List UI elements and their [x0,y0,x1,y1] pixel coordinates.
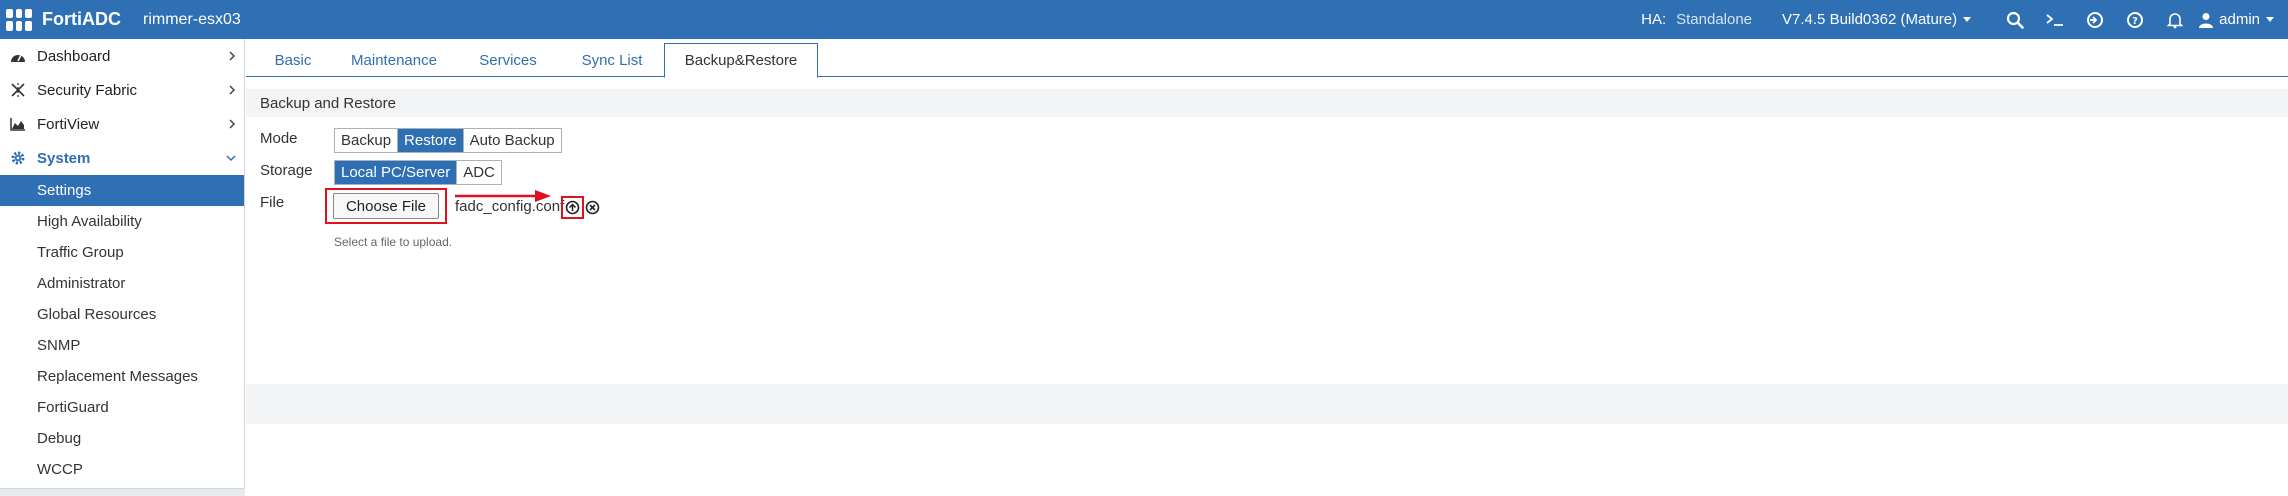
bell-icon[interactable] [2155,0,2195,39]
chevron-down-icon [2266,17,2274,22]
top-bar: FortiADC rimmer-esx03 HA: Standalone V7.… [0,0,2288,39]
fabric-icon [8,80,28,100]
ha-label: HA: [1641,11,1667,28]
storage-label: Storage [260,162,313,179]
fortinet-logo-icon [6,8,32,31]
sidebar-item-label: FortiView [37,115,100,133]
storage-option-adc[interactable]: ADC [457,161,501,184]
sidebar-item-fortiguard[interactable]: FortiGuard [0,392,244,423]
footer-band [246,384,2288,424]
sidebar-item-settings[interactable]: Settings [0,175,244,206]
chevron-right-icon [229,51,236,61]
sidebar-item-snmp[interactable]: SNMP [0,330,244,361]
tab-maintenance[interactable]: Maintenance [342,43,446,77]
help-icon[interactable]: ? [2115,0,2155,39]
sidebar-item-system[interactable]: System [0,141,244,175]
sidebar-item-global-resources[interactable]: Global Resources [0,299,244,330]
choose-file-button[interactable]: Choose File [333,193,439,219]
host-name: rimmer-esx03 [143,10,241,28]
tab-sync-list[interactable]: Sync List [567,43,657,77]
version-label: V7.4.5 Build0362 (Mature) [1782,11,1958,28]
chevron-right-icon [229,85,236,95]
chevron-right-icon [229,119,236,129]
sidebar-item-dashboard[interactable]: Dashboard [0,39,244,73]
cli-console-icon[interactable] [2035,0,2075,39]
version-dropdown[interactable]: V7.4.5 Build0362 (Mature) [1782,11,1972,28]
storage-option-local[interactable]: Local PC/Server [335,161,458,184]
upload-icon[interactable] [565,200,580,215]
mode-segmented-control: Backup Restore Auto Backup [334,128,562,153]
main-content: Basic Maintenance Services Sync List Bac… [246,39,2288,496]
sidebar-item-wccp[interactable]: WCCP [0,454,244,485]
sidebar-item-security-fabric[interactable]: Security Fabric [0,73,244,107]
sidebar: Dashboard Security Fabric FortiView Syst… [0,39,245,496]
dashboard-icon [8,46,28,66]
file-label: File [260,194,285,211]
tab-services[interactable]: Services [468,43,548,77]
brand-name: FortiADC [42,9,121,29]
sidebar-item-label: Dashboard [37,47,111,65]
tab-backup-restore[interactable]: Backup&Restore [664,43,818,78]
logout-icon[interactable] [2075,0,2115,39]
mode-label: Mode [260,130,298,147]
topbar-right: HA: Standalone V7.4.5 Build0362 (Mature)… [1641,0,2288,39]
sidebar-item-traffic-group[interactable]: Traffic Group [0,237,244,268]
sidebar-item-label: System [37,149,91,167]
mode-option-backup[interactable]: Backup [335,129,399,152]
svg-text:?: ? [2132,16,2138,27]
chart-icon [8,114,28,134]
annotation-arrow-icon [455,190,551,202]
sidebar-item-fortiview[interactable]: FortiView [0,107,244,141]
sidebar-scroll-edge [0,488,245,496]
mode-option-auto-backup[interactable]: Auto Backup [463,129,561,152]
sidebar-item-replacement-messages[interactable]: Replacement Messages [0,361,244,392]
user-menu[interactable]: admin [2199,11,2274,28]
mode-option-restore[interactable]: Restore [398,129,464,152]
sidebar-item-label: Security Fabric [37,81,138,99]
storage-segmented-control: Local PC/Server ADC [334,160,502,185]
search-icon[interactable] [1995,0,2035,39]
sidebar-item-debug[interactable]: Debug [0,423,244,454]
gear-icon [8,148,28,168]
section-title: Backup and Restore [246,89,2288,117]
sidebar-item-high-availability[interactable]: High Availability [0,206,244,237]
chevron-down-icon [226,155,236,162]
brand[interactable]: FortiADC rimmer-esx03 [0,0,241,39]
ha-status-link[interactable]: Standalone [1676,11,1752,28]
chevron-down-icon [1963,17,1972,22]
sidebar-item-administrator[interactable]: Administrator [0,268,244,299]
clear-file-icon[interactable] [585,200,600,215]
tab-basic[interactable]: Basic [258,43,328,77]
file-hint-text: Select a file to upload. [334,235,453,249]
user-icon [2199,12,2214,28]
tab-bar: Basic Maintenance Services Sync List Bac… [246,39,2288,78]
user-name: admin [2219,11,2260,28]
